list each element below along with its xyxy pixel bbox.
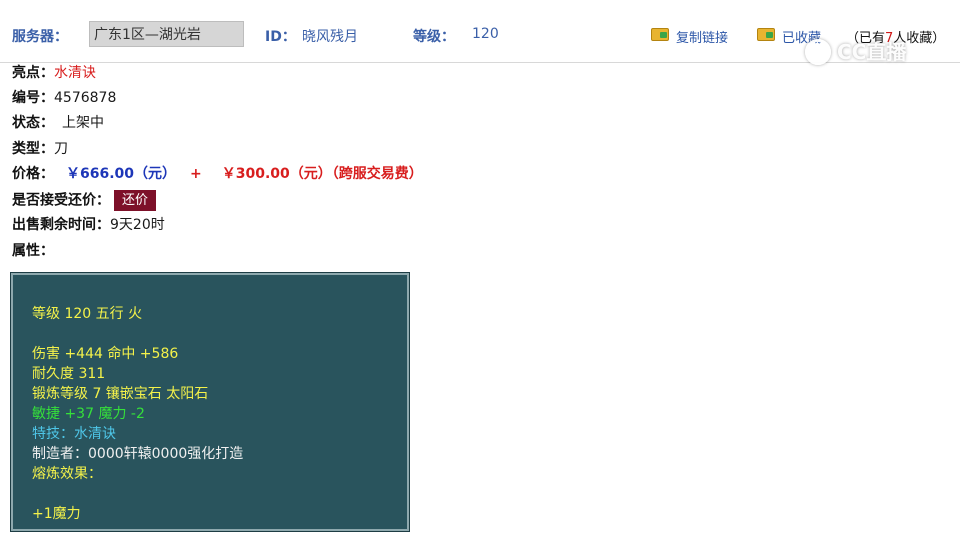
remaining-time-label: 出售剩余时间： — [12, 217, 110, 233]
type-label: 类型： — [12, 141, 54, 157]
highlight-row: 亮点：水清诀 — [12, 64, 96, 82]
level-label: 等级： — [413, 29, 455, 45]
price-row: 价格： ￥666.00（元） + ￥300.00（元）（跨服交易费） — [12, 165, 423, 183]
counter-offer-row: 是否接受还价： 还价 — [12, 190, 157, 211]
copy-link-button[interactable]: 复制链接 — [676, 27, 728, 46]
remaining-time-row: 出售剩余时间：9天20时 — [12, 216, 165, 234]
number-row: 编号：4576878 — [12, 89, 116, 107]
attr-special-skill: 特技：水清诀 — [32, 426, 116, 442]
attr-forge-gem: 锻炼等级 7 镶嵌宝石 太阳石 — [32, 386, 209, 402]
favorite-icon[interactable] — [757, 28, 775, 41]
highlight-value: 水清诀 — [54, 65, 96, 81]
attr-agility-magic: 敏捷 +37 魔力 -2 — [32, 406, 145, 422]
attr-smelt-label: 熔炼效果： — [32, 466, 102, 482]
price-value: ￥666.00（元） — [66, 166, 177, 182]
attributes-row: 属性： — [12, 242, 54, 260]
attr-damage-accuracy: 伤害 +444 命中 +586 — [32, 346, 179, 362]
server-select[interactable]: 广东1区—湖光岩 — [89, 21, 244, 47]
number-label: 编号： — [12, 90, 54, 106]
remaining-time-value: 9天20时 — [110, 217, 165, 233]
attr-durability: 耐久度 311 — [32, 366, 106, 382]
watermark-logo-icon — [805, 39, 831, 65]
status-label: 状态： — [12, 115, 54, 131]
watermark-text: CC直播 — [837, 40, 907, 64]
status-row: 状态： 上架中 — [12, 114, 104, 132]
price-plus: + — [190, 166, 202, 182]
server-label: 服务器： — [12, 29, 68, 45]
watermark: CC直播 — [803, 38, 933, 66]
id-label: ID： — [265, 29, 296, 45]
attr-maker: 制造者：0000轩辕0000强化打造 — [32, 446, 244, 462]
level-value: 120 — [472, 26, 499, 42]
counter-offer-label: 是否接受还价： — [12, 192, 110, 209]
price-label: 价格： — [12, 166, 54, 182]
type-row: 类型：刀 — [12, 140, 68, 158]
type-value: 刀 — [54, 141, 68, 157]
attribute-panel: 等级 120 五行 火 伤害 +444 命中 +586 耐久度 311 锻炼等级… — [10, 272, 410, 532]
status-value: 上架中 — [62, 115, 104, 131]
number-value: 4576878 — [54, 90, 117, 106]
attributes-label: 属性： — [12, 243, 54, 259]
counter-offer-button[interactable]: 还价 — [114, 190, 157, 211]
highlight-label: 亮点： — [12, 65, 54, 81]
fee-value: ￥300.00（元）（跨服交易费） — [221, 166, 423, 182]
header-bar: 服务器： 广东1区—湖光岩 ID： 晓风残月 等级： 120 复制链接 已收藏 … — [0, 0, 960, 66]
copy-link-icon[interactable] — [651, 28, 669, 41]
id-value: 晓风残月 — [302, 29, 358, 45]
attr-smelt-effect: +1魔力 — [32, 506, 81, 522]
attr-level-element: 等级 120 五行 火 — [32, 306, 143, 322]
